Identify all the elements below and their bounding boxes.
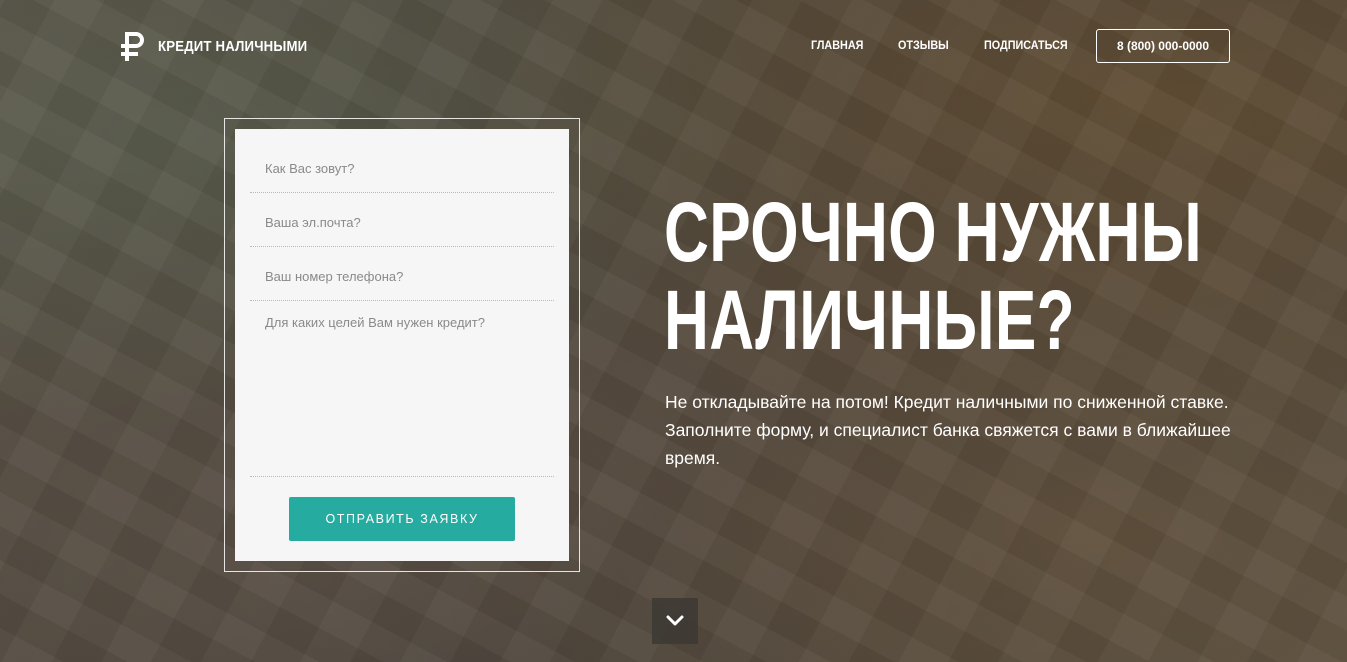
chevron-down-icon [666, 615, 684, 626]
phone-button[interactable]: 8 (800) 000-0000 [1096, 29, 1230, 63]
email-input[interactable] [265, 205, 554, 239]
hero-title-line-1: СРОЧНО НУЖНЫ [664, 185, 1202, 279]
hero-description: Не откладывайте на потом! Кредит наличны… [665, 392, 1231, 468]
hero-title: СРОЧНО НУЖНЫ НАЛИЧНЫЕ? [664, 188, 1202, 364]
main-nav: ГЛАВНАЯ ОТЗЫВЫ ПОДПИСАТЬСЯ [811, 38, 1094, 52]
scroll-down-button[interactable] [652, 598, 698, 644]
name-input[interactable] [265, 151, 554, 185]
nav-item-reviews[interactable]: ОТЗЫВЫ [898, 38, 975, 52]
site-logo[interactable]: КРЕДИТ НАЛИЧНЫМИ [118, 30, 328, 62]
purpose-textarea[interactable] [265, 313, 554, 463]
nav-item-subscribe[interactable]: ПОДПИСАТЬСЯ [984, 38, 1083, 52]
hero-title-line-2: НАЛИЧНЫЕ? [664, 273, 1076, 367]
email-field-wrapper [250, 205, 554, 247]
name-field-wrapper [250, 151, 554, 193]
loan-request-form: ОТПРАВИТЬ ЗАЯВКУ [235, 129, 569, 561]
phone-field-wrapper [250, 259, 554, 301]
logo-text: КРЕДИТ НАЛИЧНЫМИ [158, 37, 308, 55]
nav-item-home[interactable]: ГЛАВНАЯ [811, 38, 889, 52]
ruble-icon [121, 32, 144, 61]
phone-input[interactable] [265, 259, 554, 293]
submit-button[interactable]: ОТПРАВИТЬ ЗАЯВКУ [289, 497, 515, 541]
purpose-field-wrapper [250, 313, 554, 477]
